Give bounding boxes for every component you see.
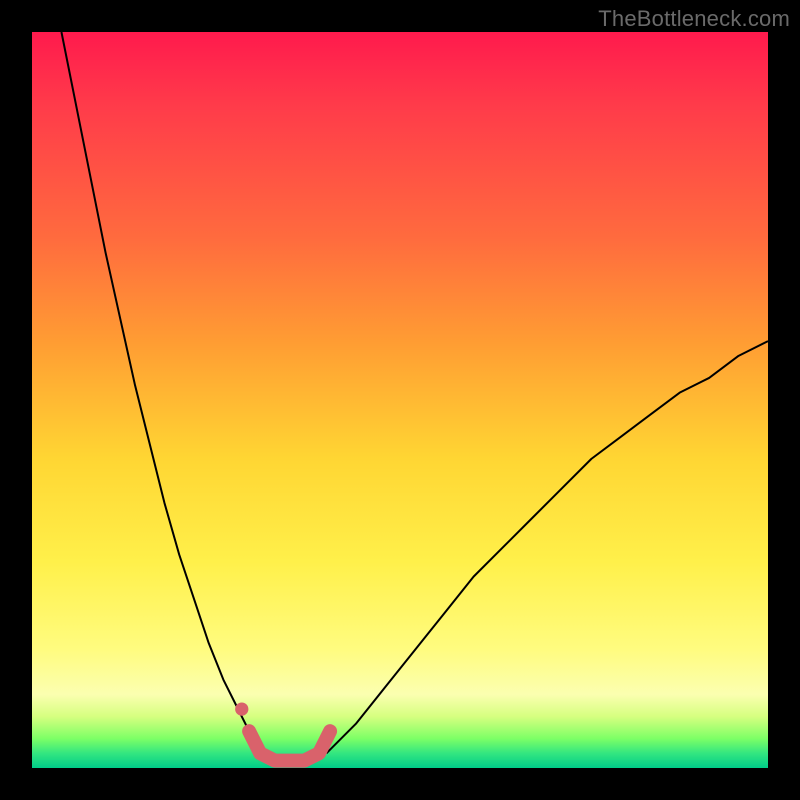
series-left-branch: [61, 32, 260, 753]
plot-area: [32, 32, 768, 768]
chart-svg: [32, 32, 768, 768]
chart-frame: TheBottleneck.com: [0, 0, 800, 800]
series-right-branch: [326, 341, 768, 753]
watermark-text: TheBottleneck.com: [598, 6, 790, 32]
series-valley-dot: [235, 702, 248, 715]
series-valley-marker: [249, 731, 330, 760]
series-group: [61, 32, 768, 761]
